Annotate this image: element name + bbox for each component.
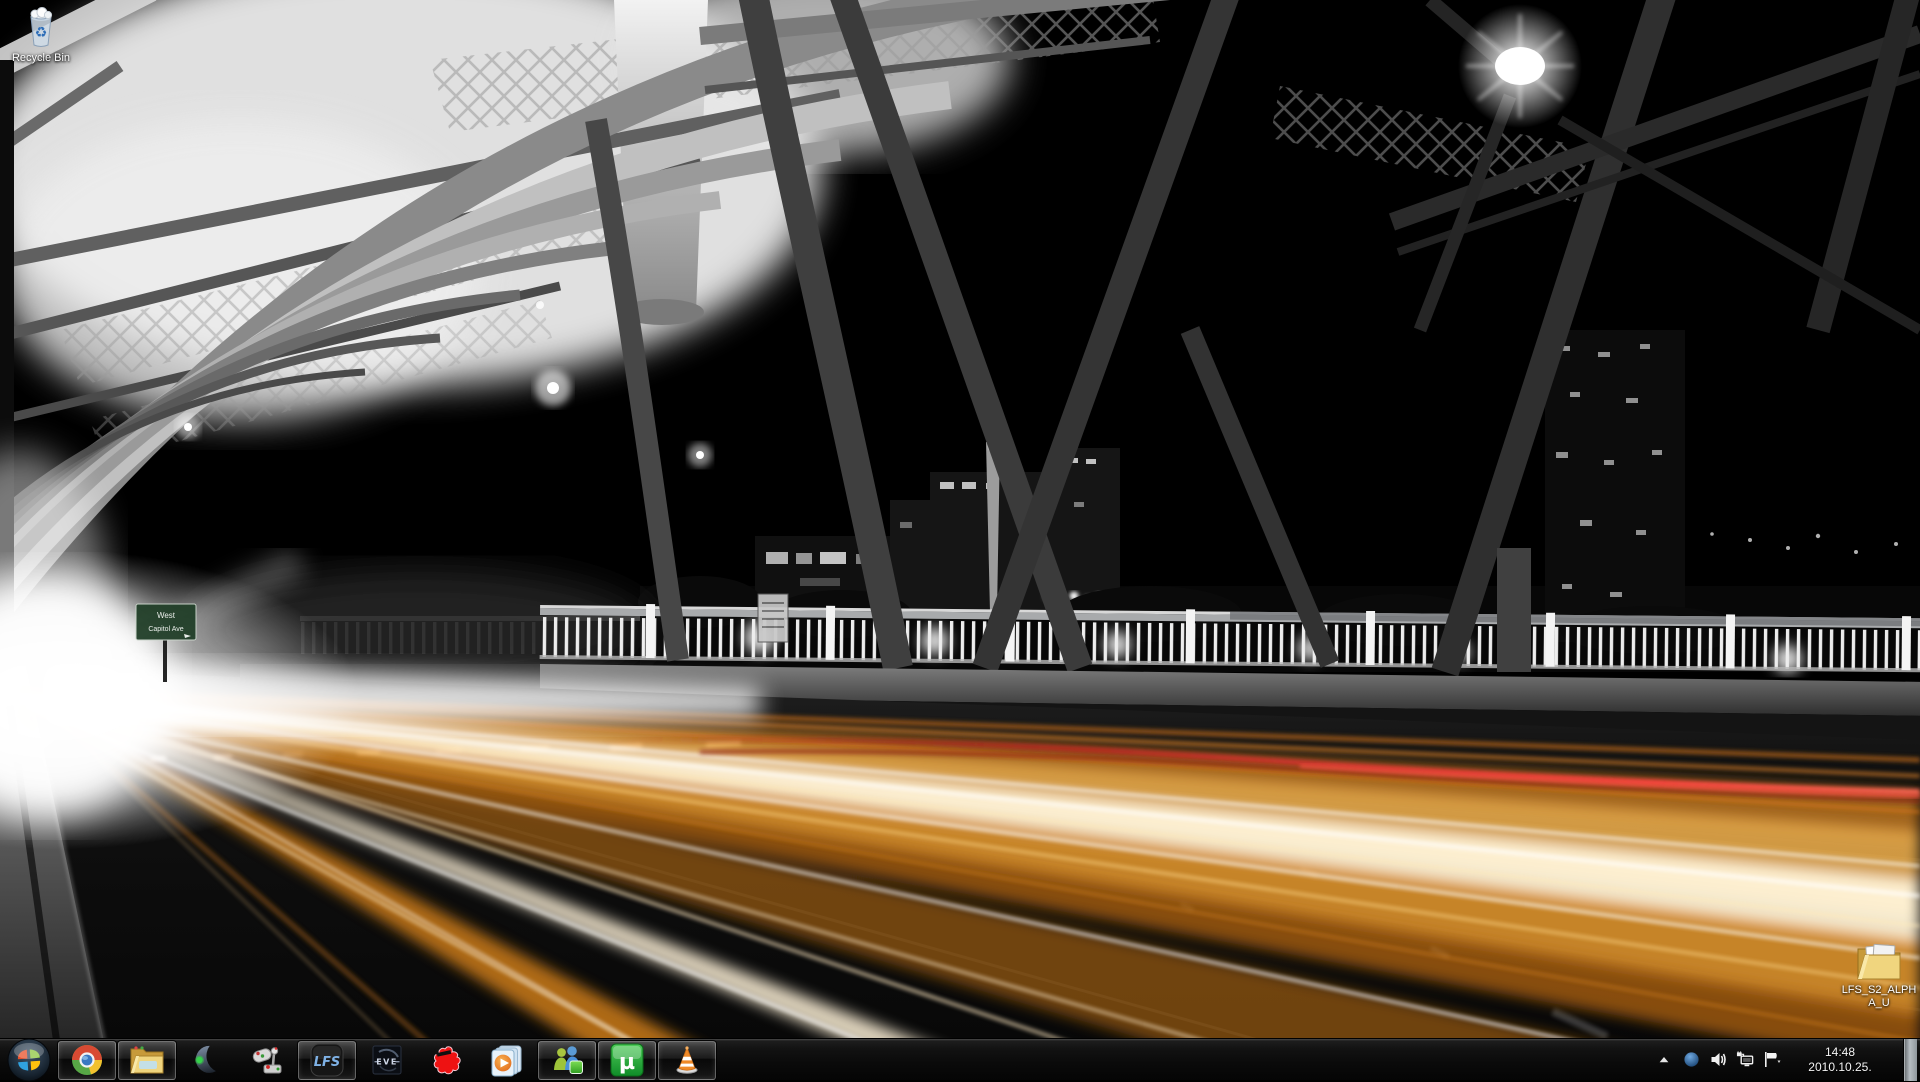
recycle-bin-label: Recycle Bin (12, 52, 70, 65)
eve-online-icon: EVE (371, 1044, 403, 1076)
svg-text:EVE: EVE (376, 1058, 398, 1067)
utorrent-icon: µ (609, 1042, 645, 1078)
desktop-folder-label: LFS_S2_ALPH A_U (1842, 984, 1917, 1010)
taskbar-ninja-game-button[interactable] (418, 1041, 476, 1080)
chrome-icon (70, 1043, 104, 1077)
taskbar-eve-button[interactable]: EVE (358, 1041, 416, 1080)
show-hidden-icons-button[interactable] (1655, 1051, 1673, 1069)
tray-status-orb[interactable] (1682, 1051, 1700, 1069)
desktop-folder-icon[interactable]: LFS_S2_ALPH A_U (1833, 940, 1920, 1010)
taskbar-teamspeak-button[interactable] (178, 1041, 236, 1080)
svg-text:µ: µ (619, 1050, 635, 1075)
folder-glyph (1854, 940, 1904, 982)
svg-text:Capitol Ave: Capitol Ave (148, 626, 183, 633)
recycle-bin-icon[interactable]: ♻ Recycle Bin (6, 6, 76, 65)
svg-text:♻: ♻ (35, 25, 48, 41)
speaker-icon (1710, 1051, 1727, 1068)
teamspeak-icon (191, 1044, 223, 1076)
windows-media-player-icon (490, 1043, 524, 1077)
street-lamp (1458, 4, 1582, 128)
clock-time: 14:48 (1794, 1045, 1886, 1060)
show-desktop-button[interactable] (1903, 1039, 1917, 1081)
windows-live-messenger-icon (550, 1043, 584, 1077)
start-button[interactable] (2, 1039, 56, 1081)
wallpaper-bridge-night: West Capitol Ave (0, 0, 1920, 1080)
windows-orb-icon (7, 1038, 51, 1082)
tray-action-center-button[interactable] (1763, 1051, 1781, 1069)
svg-text:LFS: LFS (314, 1055, 341, 1070)
taskbar-game-controller-button[interactable] (238, 1041, 296, 1080)
taskbar: LFS EVE (0, 1038, 1920, 1080)
live-for-speed-icon: LFS (309, 1042, 345, 1078)
taskbar-chrome-button[interactable] (58, 1041, 116, 1080)
deck-sign (758, 594, 788, 642)
network-icon (1736, 1051, 1754, 1068)
taskbar-utorrent-button[interactable]: µ (598, 1041, 656, 1080)
blue-orb-icon (1683, 1051, 1700, 1068)
system-tray: 14:48 2010.10.25. (1655, 1039, 1920, 1081)
taskbar-explorer-button[interactable] (118, 1041, 176, 1080)
taskbar-buttons: LFS EVE (0, 1039, 716, 1081)
chevron-up-icon (1657, 1053, 1671, 1067)
taskbar-messenger-button[interactable] (538, 1041, 596, 1080)
clock-date: 2010.10.25. (1794, 1060, 1886, 1075)
windows-explorer-icon (129, 1044, 165, 1076)
taskbar-clock[interactable]: 14:48 2010.10.25. (1790, 1045, 1890, 1075)
tray-network-button[interactable] (1736, 1051, 1754, 1069)
tray-volume-button[interactable] (1709, 1051, 1727, 1069)
game-controller-icon (250, 1043, 284, 1077)
taskbar-vlc-button[interactable] (658, 1041, 716, 1080)
desktop: West Capitol Ave ♻ Recycle Bin LFS_S2_AL… (0, 0, 1920, 1080)
taskbar-wmp-button[interactable] (478, 1041, 536, 1080)
taskbar-lfs-button[interactable]: LFS (298, 1041, 356, 1080)
vlc-icon (670, 1043, 704, 1077)
ninja-creature-icon (430, 1043, 464, 1077)
recycle-bin-glyph: ♻ (19, 6, 63, 50)
flag-icon (1763, 1051, 1781, 1068)
svg-text:West: West (157, 611, 176, 620)
taskbar-empty-area (716, 1039, 1655, 1081)
